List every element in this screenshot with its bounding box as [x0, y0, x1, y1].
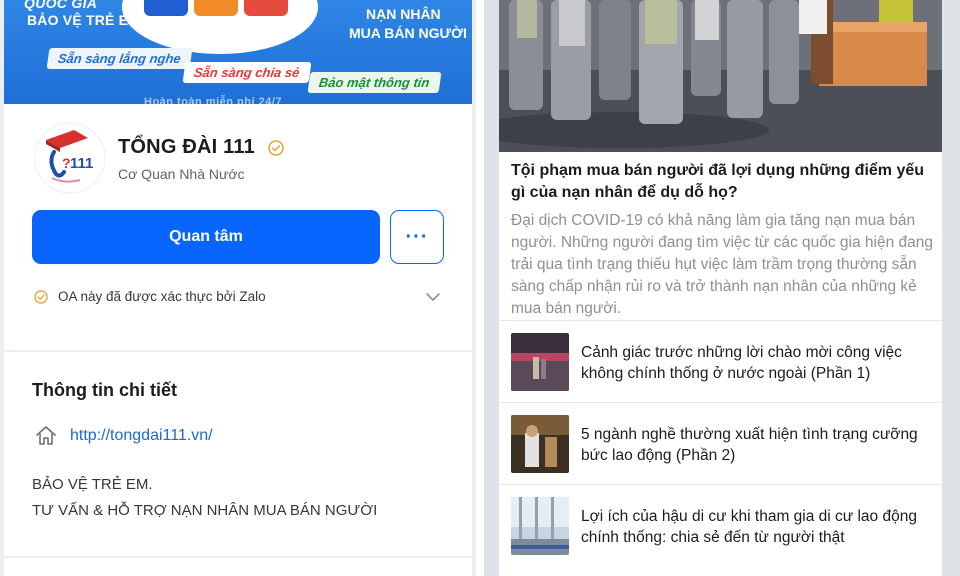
- banner-bottom-strip: Hoàn toàn miễn phí 24/7: [144, 96, 283, 104]
- featured-article-image[interactable]: [499, 0, 942, 152]
- crowd-illustration-image: [499, 0, 942, 152]
- chevron-down-icon[interactable]: [424, 288, 442, 306]
- follow-button[interactable]: Quan tâm: [32, 210, 380, 264]
- featured-article-title[interactable]: Tội phạm mua bán người đã lợi dụng những…: [511, 160, 931, 204]
- banner-tag-privacy: Bảo mật thông tin: [307, 72, 441, 93]
- oa-name: TỔNG ĐÀI 111: [118, 136, 255, 158]
- more-dots-icon: ···: [405, 225, 429, 248]
- article-thumbnail: [511, 333, 569, 391]
- street-night-image: [511, 333, 569, 391]
- factory-workers-image: [511, 415, 569, 473]
- verified-badge-icon: [268, 140, 284, 156]
- banner-tag-share: Sẵn sàng chia sẻ: [182, 62, 311, 83]
- featured-article-summary: Đại dịch COVID-19 có khả năng làm gia tă…: [511, 212, 934, 317]
- related-articles-list: Cảnh giác trước những lời chào mời công …: [499, 320, 942, 566]
- details-title: Thông tin chi tiết: [32, 380, 177, 400]
- verified-check-icon: [34, 290, 48, 304]
- oa-type: Cơ Quan Nhà Nước: [118, 166, 245, 182]
- profile-card: ? 111 TỔNG ĐÀI 111 Cơ Quan Nhà Nước Quan…: [4, 104, 472, 350]
- list-item[interactable]: Cảnh giác trước những lời chào mời công …: [499, 320, 942, 402]
- more-options-button[interactable]: ···: [390, 210, 444, 264]
- oa-profile-panel: QUỐC GIA BẢO VỆ TRẺ EM NẠN NHÂN MUA BÁN …: [0, 0, 476, 576]
- tongdai-logo-icon: ? 111: [34, 122, 106, 194]
- banner-org-line2: BẢO VỆ TRẺ EM: [27, 12, 141, 28]
- related-article-title: Cảnh giác trước những lời chào mời công …: [581, 344, 902, 382]
- article-thumbnail: [511, 415, 569, 473]
- banner-right-line1: NẠN NHÂN: [366, 6, 441, 22]
- list-item[interactable]: Lợi ích của hậu di cư khi tham gia di cư…: [499, 484, 942, 566]
- avatar[interactable]: ? 111: [34, 122, 106, 194]
- article-thumbnail: [511, 497, 569, 555]
- list-item[interactable]: 5 ngành nghề thường xuất hiện tình trạng…: [499, 402, 942, 484]
- related-article-title: 5 ngành nghề thường xuất hiện tình trạng…: [581, 426, 918, 464]
- banner-org-line1: QUỐC GIA: [24, 0, 98, 11]
- related-article-title: Lợi ích của hậu di cư khi tham gia di cư…: [581, 508, 917, 546]
- details-card: Thông tin chi tiết http://tongdai111.vn/…: [4, 352, 472, 556]
- verification-text: OA này đã được xác thực bởi Zalo: [58, 289, 266, 304]
- banner-tag-listen: Sẵn sàng lắng nghe: [46, 48, 193, 69]
- website-link[interactable]: http://tongdai111.vn/: [70, 427, 213, 445]
- svg-text:111: 111: [70, 155, 93, 172]
- banner-111-logo: [144, 0, 304, 16]
- articles-panel: Tội phạm mua bán người đã lợi dụng những…: [484, 0, 960, 576]
- banner-right-line2: MUA BÁN NGƯỜI: [349, 25, 467, 41]
- next-card-edge: [4, 558, 472, 576]
- article-feed: Tội phạm mua bán người đã lợi dụng những…: [499, 0, 942, 576]
- oa-description: BẢO VỆ TRẺ EM. TƯ VẤN & HỖ TRỢ NẠN NHÂN …: [32, 476, 378, 519]
- verification-row[interactable]: OA này đã được xác thực bởi Zalo: [32, 288, 442, 308]
- home-icon: [36, 426, 56, 445]
- cover-banner: QUỐC GIA BẢO VỆ TRẺ EM NẠN NHÂN MUA BÁN …: [4, 0, 472, 104]
- airport-terminal-image: [511, 497, 569, 555]
